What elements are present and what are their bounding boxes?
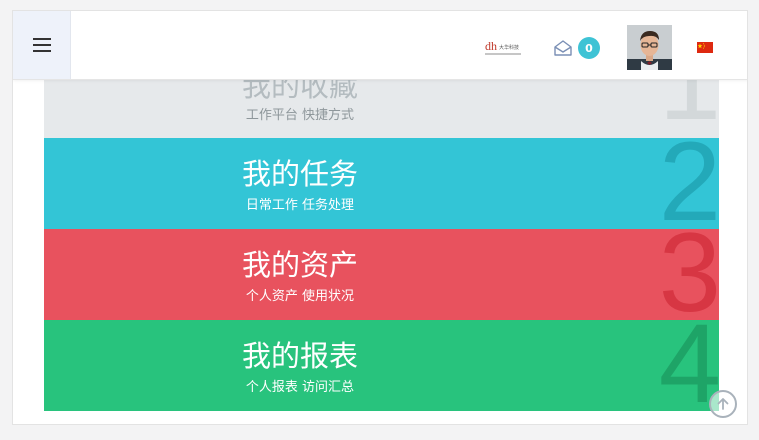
mail-count-badge[interactable]: 0: [578, 37, 600, 59]
tile-reports[interactable]: 4 我的报表 个人报表 访问汇总: [44, 320, 719, 411]
tile-assets[interactable]: 3 我的资产 个人资产 使用状况: [44, 229, 719, 320]
svg-text:大华科技: 大华科技: [499, 44, 519, 51]
tile-subtitle: 日常工作 任务处理: [245, 198, 355, 213]
svg-text:dh: dh: [485, 39, 497, 53]
app-frame: 1 我的收藏 工作平台 快捷方式 2 我的任务 日常工作 任务处理 3 我的资产…: [12, 10, 748, 425]
company-logo: dh 大华科技: [485, 39, 521, 55]
tile-number: 2: [658, 138, 719, 229]
dashboard-tiles: 1 我的收藏 工作平台 快捷方式 2 我的任务 日常工作 任务处理 3 我的资产…: [44, 70, 719, 411]
tile-favorites[interactable]: 1 我的收藏 工作平台 快捷方式: [44, 70, 719, 138]
tile-subtitle: 个人报表 访问汇总: [245, 380, 355, 395]
tile-number: 1: [658, 70, 719, 138]
top-header: dh 大华科技 0: [13, 11, 747, 80]
tile-tasks[interactable]: 2 我的任务 日常工作 任务处理: [44, 138, 719, 229]
tile-title: 我的资产: [241, 248, 358, 282]
menu-toggle-button[interactable]: [13, 11, 71, 79]
tile-subtitle: 工作平台 快捷方式: [245, 108, 355, 123]
scroll-to-top-button[interactable]: [709, 390, 737, 418]
arrow-up-circle-icon: [717, 398, 729, 410]
tile-subtitle: 个人资产 使用状况: [245, 289, 355, 304]
tile-title: 我的报表: [241, 339, 358, 373]
hamburger-icon: [32, 38, 51, 52]
envelope-open-icon[interactable]: [553, 39, 573, 57]
tile-title: 我的任务: [241, 157, 358, 191]
china-flag-icon[interactable]: [697, 42, 713, 53]
user-avatar[interactable]: [627, 25, 672, 70]
tile-number: 3: [658, 229, 719, 320]
